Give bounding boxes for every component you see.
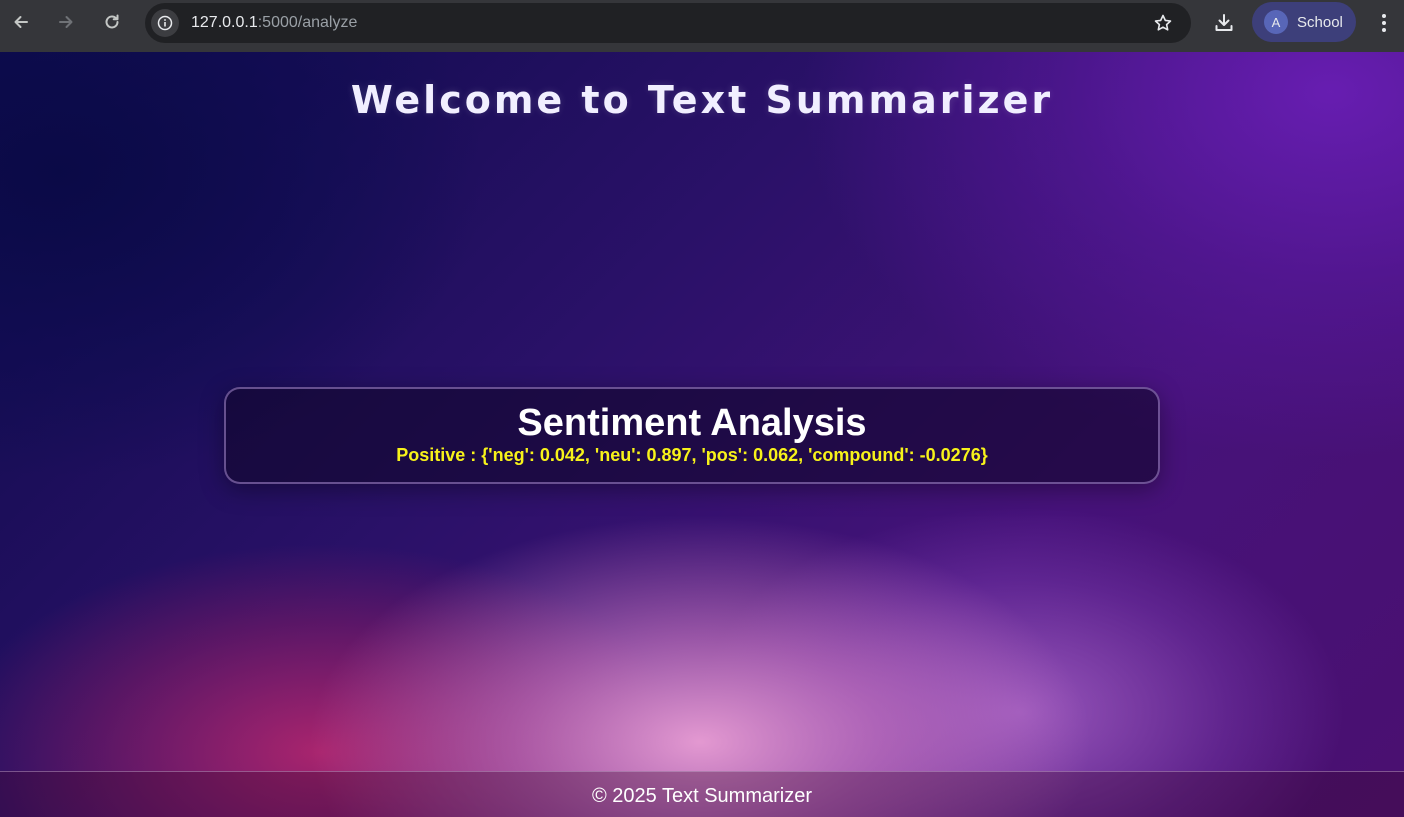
footer-text: © 2025 Text Summarizer xyxy=(591,785,812,807)
url-host: 127.0.0.1 xyxy=(191,14,258,31)
page-viewport: Welcome to Text Summarizer Sentiment Ana… xyxy=(0,52,1404,817)
sentiment-result: Positive : {'neg': 0.042, 'neu': 0.897, … xyxy=(396,445,988,465)
back-button[interactable] xyxy=(6,7,36,37)
page-title: Welcome to Text Summarizer xyxy=(350,78,1054,122)
bookmark-star-icon[interactable] xyxy=(1153,13,1173,33)
forward-arrow-icon xyxy=(59,16,73,28)
kebab-menu-icon[interactable] xyxy=(1374,12,1394,34)
url-path: :5000/analyze xyxy=(257,14,358,31)
reload-button[interactable] xyxy=(97,7,127,37)
address-bar[interactable]: 127.0.0.1:5000/analyze xyxy=(145,3,1191,43)
sentiment-card: Sentiment Analysis Positive : {'neg': 0.… xyxy=(224,387,1160,484)
reload-icon xyxy=(105,14,119,29)
browser-toolbar: 127.0.0.1:5000/analyze A School xyxy=(0,0,1404,52)
url-text[interactable]: 127.0.0.1:5000/analyze xyxy=(191,14,357,32)
profile-button[interactable]: A School xyxy=(1252,2,1356,42)
card-heading: Sentiment Analysis xyxy=(517,402,867,444)
avatar: A xyxy=(1264,10,1288,34)
footer: © 2025 Text Summarizer xyxy=(0,771,1404,817)
download-icon[interactable] xyxy=(1212,11,1236,35)
site-info-button[interactable] xyxy=(151,9,179,37)
profile-name: School xyxy=(1297,13,1343,31)
forward-button[interactable] xyxy=(51,7,81,37)
site-info-icon xyxy=(157,15,173,31)
back-arrow-icon xyxy=(14,16,28,28)
